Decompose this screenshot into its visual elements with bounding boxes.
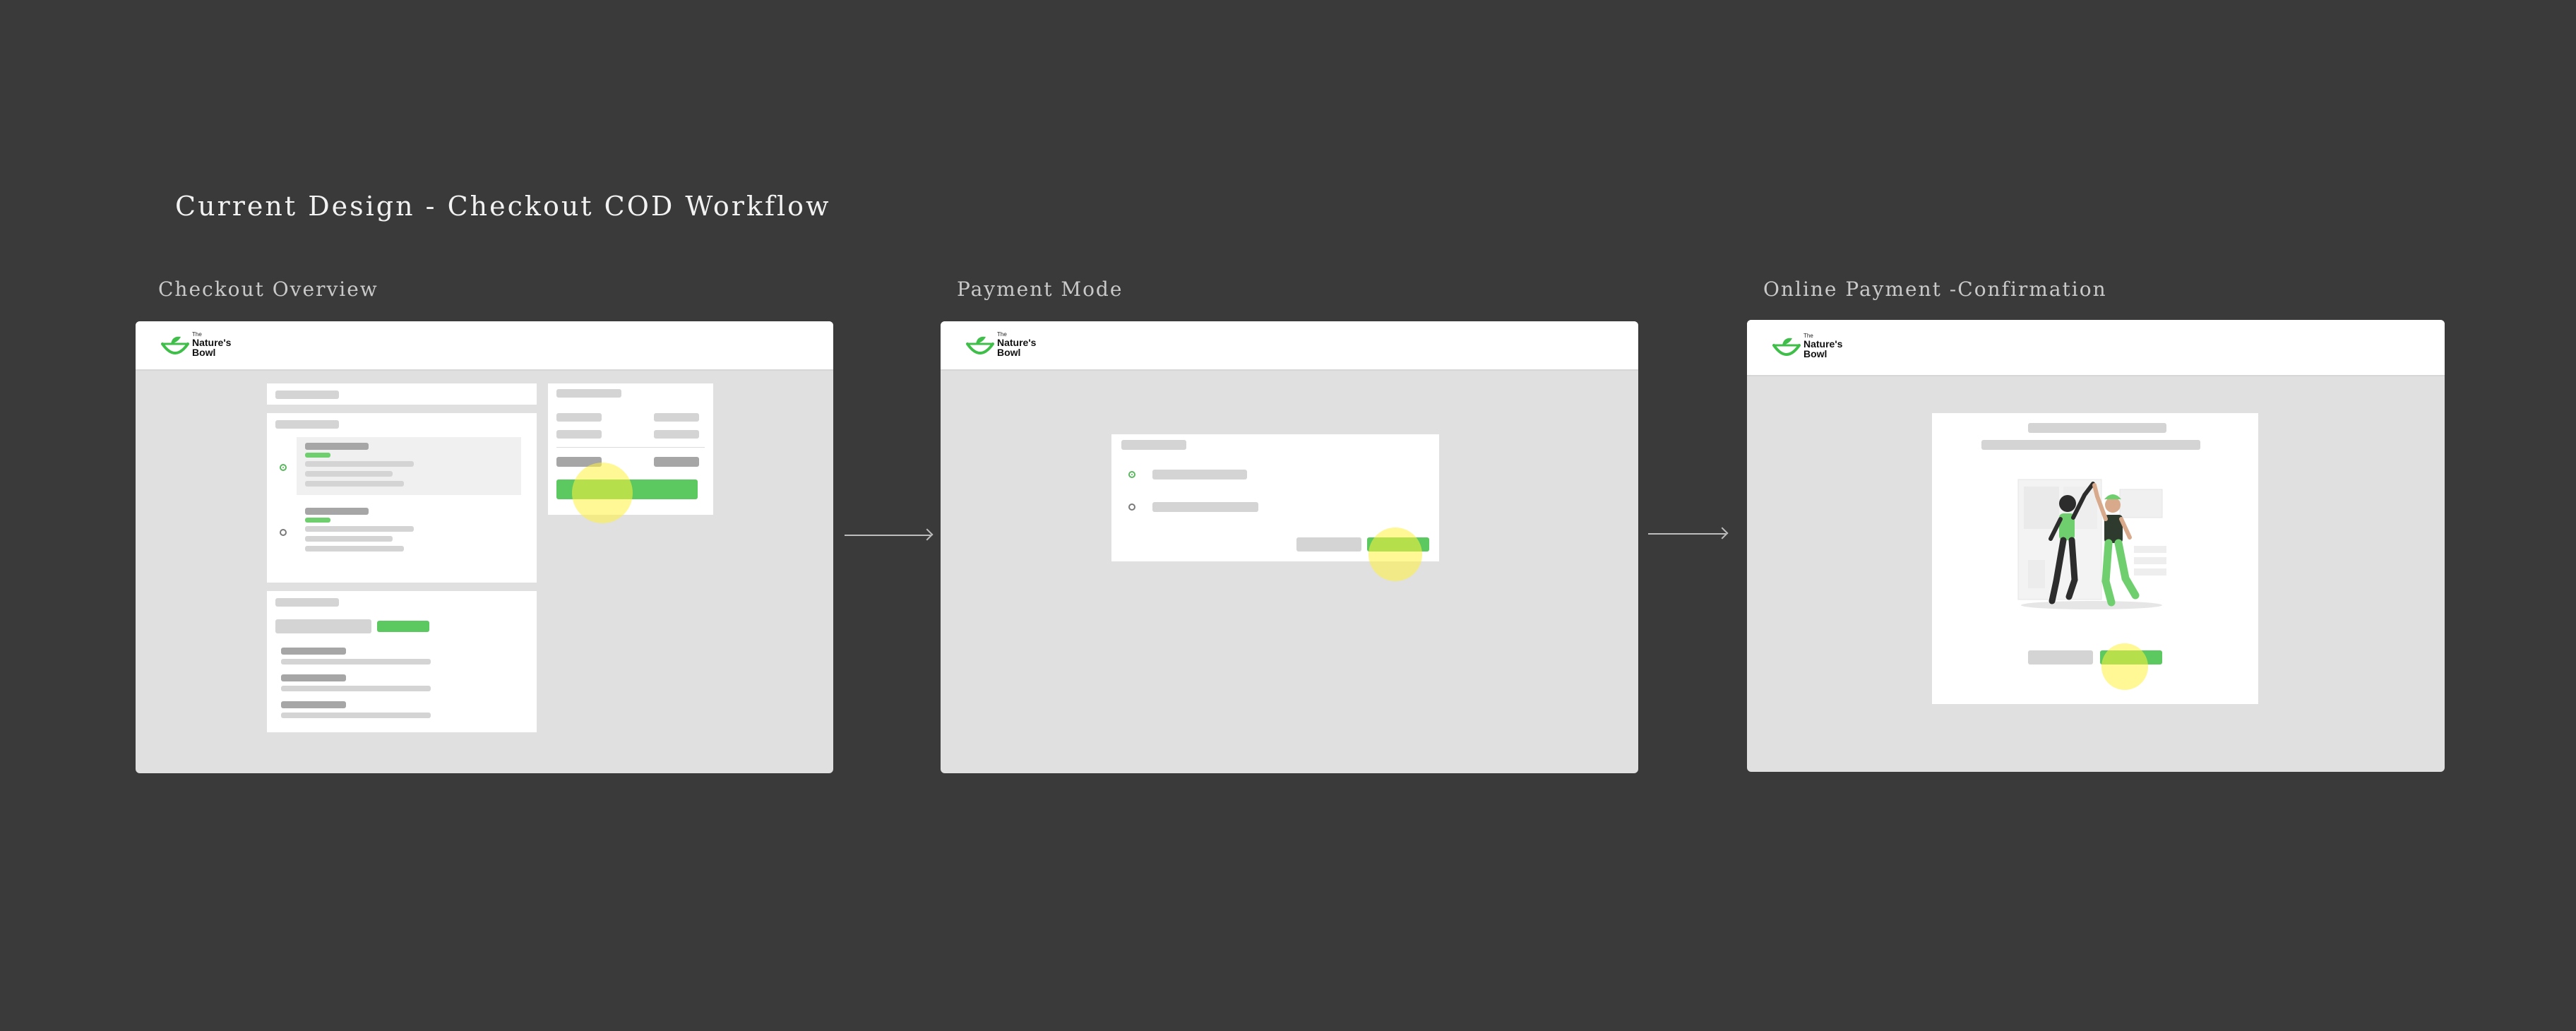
tap-indicator — [2101, 643, 2148, 690]
tap-indicator — [572, 463, 633, 523]
logo-name: Nature's Bowl — [997, 337, 1037, 358]
flow-arrow-icon — [845, 535, 931, 536]
cancel-button[interactable] — [1296, 537, 1361, 552]
radio-icon[interactable] — [1128, 471, 1135, 478]
bowl-logo-icon — [1772, 338, 1801, 356]
secondary-button[interactable] — [2028, 650, 2093, 665]
frame-label-online-payment-confirmation: Online Payment -Confirmation — [1763, 278, 2107, 301]
radio-icon[interactable] — [280, 464, 287, 471]
radio-icon[interactable] — [1128, 503, 1135, 511]
logo: The Nature's Bowl — [1771, 333, 1863, 362]
frame-header: The Nature's Bowl — [1747, 320, 2445, 376]
logo-name: Nature's Bowl — [192, 337, 232, 358]
celebration-illustration — [2017, 479, 2166, 609]
address-summary-card — [267, 383, 537, 405]
confirmation-dialog — [1932, 413, 2258, 704]
frame-online-payment-confirmation: The Nature's Bowl — [1747, 320, 2445, 772]
diagram-title: Current Design - Checkout COD Workflow — [175, 191, 831, 222]
placeholder-heading — [275, 420, 339, 429]
delivery-options-card — [267, 413, 537, 583]
bowl-logo-icon — [966, 336, 994, 354]
option-selected[interactable] — [297, 437, 521, 495]
logo: The Nature's Bowl — [965, 331, 1056, 361]
tap-indicator — [1368, 528, 1422, 581]
frame-header: The Nature's Bowl — [136, 321, 833, 371]
bowl-logo-icon — [161, 336, 189, 354]
logo-name: Nature's Bowl — [1803, 338, 1843, 359]
frame-label-checkout-overview: Checkout Overview — [158, 278, 378, 301]
frame-checkout-overview: The Nature's Bowl — [136, 321, 833, 773]
items-card — [267, 591, 537, 732]
frame-header: The Nature's Bowl — [941, 321, 1638, 371]
radio-icon[interactable] — [280, 529, 287, 536]
frame-label-payment-mode: Payment Mode — [957, 278, 1123, 301]
logo: The Nature's Bowl — [160, 331, 251, 361]
placeholder-text — [275, 391, 339, 399]
apply-button[interactable] — [377, 621, 429, 632]
frame-payment-mode: The Nature's Bowl — [941, 321, 1638, 773]
option-unselected[interactable] — [297, 502, 521, 559]
flow-arrow-icon — [1648, 533, 1726, 535]
